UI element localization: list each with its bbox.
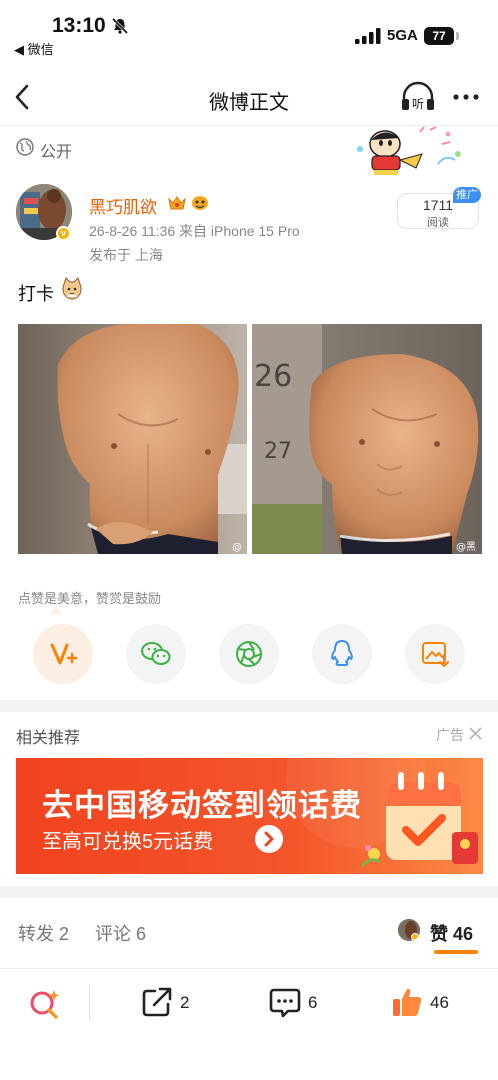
comment-button[interactable]: 6 <box>268 983 328 1023</box>
nav-bar: 微博正文 听 <box>0 70 498 124</box>
visibility-label: 公开 <box>40 144 73 161</box>
svg-text:听: 听 <box>412 97 424 111</box>
section-gap-2 <box>0 886 498 898</box>
reward-v-icon <box>50 643 78 665</box>
back-to-app-link[interactable]: ◀ 微信 <box>14 39 54 58</box>
comment-count: 6 <box>308 993 318 1012</box>
qq-penguin-icon <box>331 640 353 666</box>
active-tab-indicator <box>434 950 478 954</box>
repost-count: 2 <box>180 993 190 1012</box>
save-image-icon <box>422 642 449 667</box>
reward-button[interactable] <box>33 624 93 684</box>
liker-avatar <box>398 919 420 941</box>
post-text: 打卡 <box>18 284 54 304</box>
promo-badge: 推广 <box>453 187 481 203</box>
svg-text:27: 27 <box>264 439 292 464</box>
tab-repost[interactable]: 转发 2 <box>18 920 69 946</box>
post-photo-1[interactable]: @ <box>18 324 247 554</box>
cartoon-sticker <box>357 126 461 175</box>
svg-text:@黑: @黑 <box>456 541 476 553</box>
battery-tip <box>456 32 459 40</box>
reward-hint: 点赞是美意，赞赏是鼓励 <box>18 591 162 606</box>
thumbs-up-icon <box>393 988 422 1016</box>
ad-banner[interactable]: 去中国移动签到领话费 至高可兑换5元话费 <box>16 758 483 874</box>
related-title: 相关推荐 <box>16 730 81 747</box>
post-location: 发布于 上海 <box>89 247 163 263</box>
bottom-separator <box>89 985 90 1021</box>
banner-title: 去中国移动签到领话费 <box>42 788 362 823</box>
share-wechat-button[interactable] <box>126 624 186 684</box>
ad-label: 广告 <box>436 727 464 743</box>
post-photo-2[interactable]: 26 27 @黑 <box>252 324 482 554</box>
verified-badge-icon: v <box>56 226 71 241</box>
search-sparkle-icon[interactable] <box>28 987 62 1021</box>
author-name[interactable]: 黑巧肌欲 <box>89 193 157 218</box>
tab-comment[interactable]: 评论 6 <box>95 920 146 946</box>
repost-icon <box>142 987 172 1017</box>
svg-text:@: @ <box>232 542 242 553</box>
cat-emoji-icon <box>62 277 82 300</box>
close-ad-icon[interactable] <box>469 727 482 740</box>
tab-like[interactable]: 赞 46 <box>430 920 473 946</box>
share-moments-button[interactable] <box>219 624 279 684</box>
headphones-listen-icon[interactable]: 听 <box>400 80 436 114</box>
globe-icon <box>16 138 34 156</box>
signal-icon <box>355 28 381 44</box>
status-time: 13:10 <box>52 14 106 37</box>
share-qq-button[interactable] <box>312 624 372 684</box>
svg-text:26: 26 <box>254 359 292 394</box>
comment-icon <box>269 988 301 1018</box>
interaction-tabs: 转发 2 评论 6 赞 46 <box>0 906 498 956</box>
repost-button[interactable]: 2 <box>140 983 200 1023</box>
status-bar: 13:10 ◀ 微信 5GA 77 <box>0 0 498 62</box>
wechat-icon <box>141 642 171 665</box>
save-image-button[interactable] <box>405 624 465 684</box>
section-gap <box>0 700 498 712</box>
calendar-check-icon <box>360 772 478 867</box>
network-label: 5GA <box>387 27 418 44</box>
banner-arrow-icon <box>255 825 283 853</box>
post-meta: 26-8-26 11:36 来自 iPhone 15 Pro <box>89 223 300 239</box>
like-button[interactable]: 46 <box>390 983 462 1023</box>
medal-icons <box>168 196 208 210</box>
banner-subtitle: 至高可兑换5元话费 <box>42 831 214 853</box>
bottom-action-bar: 2 6 46 <box>0 968 498 1038</box>
read-label: 阅读 <box>427 217 449 229</box>
hint-caret <box>50 607 62 614</box>
more-icon[interactable] <box>451 82 481 112</box>
moments-aperture-icon <box>236 641 262 667</box>
like-count: 46 <box>430 993 449 1012</box>
mute-bell-icon <box>111 17 129 35</box>
battery-icon: 77 <box>424 27 454 45</box>
